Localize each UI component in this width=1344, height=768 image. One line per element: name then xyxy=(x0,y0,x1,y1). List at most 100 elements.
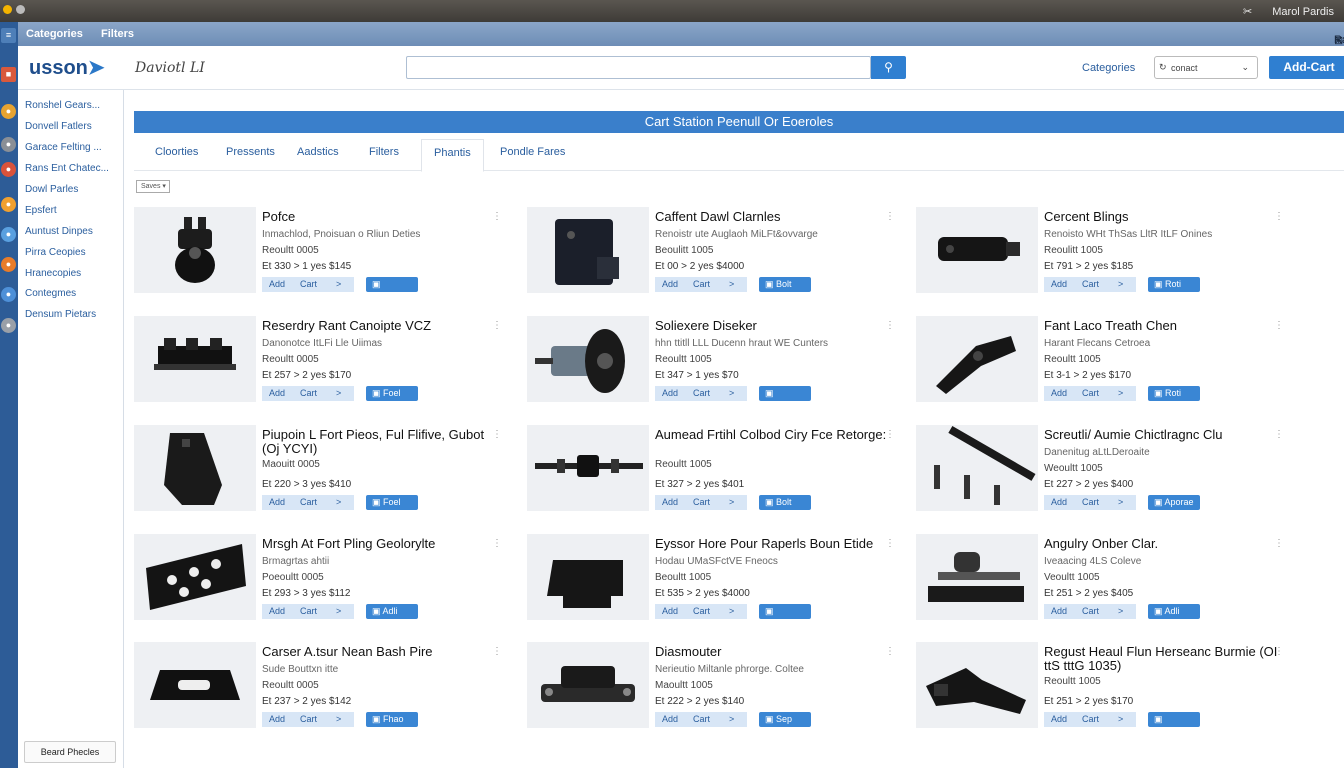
product-action-button[interactable]: ▣ Sep xyxy=(759,712,811,727)
add-to-cart-button[interactable]: Add Cart > xyxy=(655,712,747,727)
add-to-cart-button[interactable]: Add Cart > xyxy=(1044,712,1136,727)
sidebar-item[interactable]: Rans Ent Chatec... xyxy=(25,163,109,174)
product-image[interactable] xyxy=(916,316,1038,402)
app-icon[interactable]: ● xyxy=(1,318,16,333)
product-card[interactable]: Piupoin L Fort Pieos, Ful Flifive, Gubot… xyxy=(134,425,514,513)
product-action-button[interactable]: ▣ Foel xyxy=(366,495,418,510)
product-title[interactable]: Piupoin L Fort Pieos, Ful Flifive, Gubot… xyxy=(262,428,502,456)
product-image[interactable] xyxy=(527,207,649,293)
sidebar-item[interactable]: Epsfert xyxy=(25,205,57,216)
tab-pondle-fares[interactable]: Pondle Fares xyxy=(500,146,565,158)
product-image[interactable] xyxy=(527,425,649,511)
sidebar-item[interactable]: Donvell Fatlers xyxy=(25,121,92,132)
app-icon[interactable]: ■ xyxy=(1,67,16,82)
sort-dropdown[interactable]: Saves ▾ xyxy=(136,180,170,193)
product-card[interactable]: Caffent Dawl Clarnles Renoistr ute Auglao… xyxy=(527,207,907,295)
window-dot-icon[interactable] xyxy=(3,5,12,14)
add-cart-button[interactable]: Add-Cart xyxy=(1269,56,1344,79)
product-card[interactable]: Screutli/ Aumie Chictlragnc Clu Danenitug… xyxy=(916,425,1296,513)
product-action-button[interactable]: ▣ Adli xyxy=(366,604,418,619)
more-options-icon[interactable]: ⋮ xyxy=(885,320,895,331)
product-action-button[interactable]: ▣ Roti xyxy=(1148,386,1200,401)
app-icon[interactable]: ● xyxy=(1,104,16,119)
more-options-icon[interactable]: ⋮ xyxy=(492,429,502,440)
tab-pressents[interactable]: Pressents xyxy=(226,146,275,158)
product-action-button[interactable]: ▣ Abreaan xyxy=(759,604,811,631)
product-action-button[interactable]: ▣ Aporae xyxy=(1148,495,1200,510)
product-card[interactable]: Regust Heaul Flun Herseanc Burmie (OI tt… xyxy=(916,642,1296,739)
window-dot-icon[interactable] xyxy=(16,5,25,14)
product-image[interactable] xyxy=(134,207,256,293)
more-options-icon[interactable]: ⋮ xyxy=(885,429,895,440)
add-to-cart-button[interactable]: Add Cart > xyxy=(262,712,354,727)
more-options-icon[interactable]: ⋮ xyxy=(885,646,895,657)
product-title[interactable]: Diasmouter xyxy=(655,645,895,659)
product-card[interactable]: Soliexere Diseker hhn ttitll LLL Ducenn h… xyxy=(527,316,907,413)
product-action-button[interactable]: ▣ Roti xyxy=(1148,277,1200,292)
app-icon[interactable]: ● xyxy=(1,162,16,177)
sidebar-item[interactable]: Auntust Dinpes xyxy=(25,226,93,237)
more-options-icon[interactable]: ⋮ xyxy=(1274,646,1284,657)
product-card[interactable]: Reserdry Rant Canoipte VCZ Danonotce ItLF… xyxy=(134,316,514,404)
add-to-cart-button[interactable]: Add Cart > xyxy=(655,386,747,401)
search-button[interactable]: ⚲ xyxy=(871,56,906,79)
product-title[interactable]: Screutli/ Aumie Chictlragnc Clu xyxy=(1044,428,1284,442)
product-card[interactable]: Angulry Onber Clar. Iveaacing 4LS Coleve V… xyxy=(916,534,1296,622)
app-icon[interactable]: ● xyxy=(1,287,16,302)
product-title[interactable]: Caffent Dawl Clarnles xyxy=(655,210,895,224)
product-action-button[interactable]: ▣ Poodeat xyxy=(759,386,811,413)
more-options-icon[interactable]: ⋮ xyxy=(492,646,502,657)
product-title[interactable]: Mrsgh At Fort Pling Geolorylte xyxy=(262,537,502,551)
product-card[interactable]: Carser A.tsur Nean Bash Pire Sude Bouttxn… xyxy=(134,642,514,730)
add-to-cart-button[interactable]: Add Cart > xyxy=(655,604,747,619)
product-image[interactable] xyxy=(916,642,1038,728)
product-card[interactable]: Pofce Inmachlod, Pnoisuan o Rliun Deties R… xyxy=(134,207,514,304)
more-options-icon[interactable]: ⋮ xyxy=(885,211,895,222)
product-title[interactable]: Reserdry Rant Canoipte VCZ xyxy=(262,319,502,333)
add-to-cart-button[interactable]: Add Cart > xyxy=(262,386,354,401)
add-to-cart-button[interactable]: Add Cart > xyxy=(262,604,354,619)
logo[interactable]: usson➤ xyxy=(29,55,105,80)
product-image[interactable] xyxy=(527,642,649,728)
product-action-button[interactable]: ▣ Bolt xyxy=(759,277,811,292)
product-image[interactable] xyxy=(916,425,1038,511)
product-title[interactable]: Eyssor Hore Pour Raperls Boun Etide xyxy=(655,537,895,551)
menu-icon[interactable]: ≡ xyxy=(1,28,16,43)
product-title[interactable]: Fant Laco Treath Chen xyxy=(1044,319,1284,333)
sidebar-item[interactable]: Dowl Parles xyxy=(25,184,78,195)
product-card[interactable]: Fant Laco Treath Chen Harant Flecans Cetr… xyxy=(916,316,1296,404)
add-to-cart-button[interactable]: Add Cart > xyxy=(262,495,354,510)
add-to-cart-button[interactable]: Add Cart > xyxy=(1044,277,1136,292)
more-options-icon[interactable]: ⋮ xyxy=(1274,429,1284,440)
more-options-icon[interactable]: ⋮ xyxy=(885,538,895,549)
menu-filters[interactable]: Filters xyxy=(101,28,134,40)
product-title[interactable]: Cercent Blings xyxy=(1044,210,1284,224)
product-card[interactable]: Cercent Blings Renoisto WHt ThSas LltR It… xyxy=(916,207,1296,295)
menu-categories[interactable]: Categories xyxy=(26,28,83,40)
product-image[interactable] xyxy=(134,642,256,728)
product-card[interactable]: Diasmouter Nerieutio Miltanle phrorge. Co… xyxy=(527,642,907,730)
more-options-icon[interactable]: ⋮ xyxy=(1274,320,1284,331)
product-card[interactable]: Aumead Frtihl Colbod Ciry Fce Retorge: Re… xyxy=(527,425,907,513)
product-action-button[interactable]: ▣ Foel xyxy=(366,386,418,401)
product-action-button[interactable]: ▣ Abotion xyxy=(1148,712,1200,739)
more-options-icon[interactable]: ⋮ xyxy=(1274,211,1284,222)
product-title[interactable]: Pofce xyxy=(262,210,502,224)
tab-cloorties[interactable]: Cloorties xyxy=(155,146,198,158)
tab-aadstics[interactable]: Aadstics xyxy=(297,146,339,158)
app-icon[interactable]: ● xyxy=(1,137,16,152)
product-image[interactable] xyxy=(134,534,256,620)
tab-phantis[interactable]: Phantis xyxy=(421,139,484,172)
product-action-button[interactable]: ▣ Bolt xyxy=(759,495,811,510)
tools-icon[interactable]: ✂ xyxy=(1243,5,1252,18)
product-title[interactable]: Regust Heaul Flun Herseanc Burmie (OI tt… xyxy=(1044,645,1284,673)
add-to-cart-button[interactable]: Add Cart > xyxy=(1044,386,1136,401)
add-to-cart-button[interactable]: Add Cart > xyxy=(1044,604,1136,619)
app-icon[interactable]: ● xyxy=(1,257,16,272)
product-title[interactable]: Carser A.tsur Nean Bash Pire xyxy=(262,645,502,659)
app-icon[interactable]: ● xyxy=(1,197,16,212)
sidebar-item[interactable]: Contegmes xyxy=(25,288,76,299)
tab-filters[interactable]: Filters xyxy=(369,146,399,158)
more-options-icon[interactable]: ⋮ xyxy=(492,211,502,222)
sidebar-item[interactable]: Densum Pietars xyxy=(25,309,96,320)
